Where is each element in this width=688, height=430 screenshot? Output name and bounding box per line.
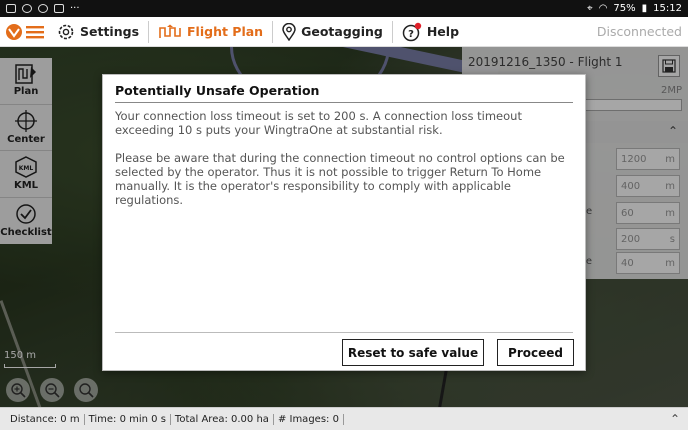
android-status-bar: ··· ⌖ ◠ 75% ▮ 15:12 [0, 0, 688, 17]
battery-percent: 75% [613, 3, 636, 14]
svg-text:?: ? [408, 29, 414, 40]
wifi-icon: ◠ [598, 3, 608, 14]
dialog-title-divider [115, 102, 573, 103]
chevron-up-icon[interactable]: ⌃ [670, 412, 688, 426]
flight-summary-bar: Distance: 0 m Time: 0 min 0 s Total Area… [0, 407, 688, 430]
dialog-warning-text: Your connection loss timeout is set to 2… [115, 109, 522, 137]
status-notification-icons: ··· [6, 3, 80, 14]
hamburger-menu-icon [25, 25, 44, 38]
flight-plan-icon [159, 24, 181, 38]
app-menu-button[interactable] [0, 17, 48, 47]
main-toolbar: Settings Flight Plan Geotagging ? Help D… [0, 17, 688, 47]
tab-flight-plan-label: Flight Plan [187, 24, 264, 39]
wingtra-logo-icon [5, 23, 22, 40]
help-icon: ? [402, 22, 422, 41]
dialog-title: Potentially Unsafe Operation [115, 83, 320, 98]
battery-icon: ▮ [641, 3, 648, 14]
summary-images: # Images: 0 [274, 413, 344, 425]
dialog-body: Your connection loss timeout is set to 2… [115, 109, 577, 221]
clock: 15:12 [653, 3, 682, 14]
overflow-indicator: ··· [70, 3, 80, 14]
gear-icon [58, 24, 74, 39]
dialog-responsibility-text: Please be aware that during the connecti… [115, 151, 565, 207]
tab-geotagging-label: Geotagging [301, 24, 383, 39]
tab-settings[interactable]: Settings [48, 20, 150, 43]
status-system-icons: ⌖ ◠ 75% ▮ 15:12 [587, 3, 682, 14]
unsafe-operation-dialog: Potentially Unsafe Operation Your connec… [102, 74, 586, 371]
location-icon: ⌖ [587, 3, 593, 14]
image-notification-icon [6, 4, 16, 13]
tab-flight-plan[interactable]: Flight Plan [149, 20, 274, 43]
tab-settings-label: Settings [80, 24, 140, 39]
reset-to-safe-value-button[interactable]: Reset to safe value [342, 339, 484, 366]
summary-time: Time: 0 min 0 s [85, 413, 171, 425]
download-notification-icon [54, 4, 64, 13]
map-pin-icon [282, 22, 296, 41]
globe-notification-icon [38, 4, 48, 13]
sync-notification-icon [22, 4, 32, 13]
summary-distance: Distance: 0 m [6, 413, 85, 425]
tab-help[interactable]: ? Help [393, 21, 468, 43]
tab-geotagging[interactable]: Geotagging [273, 20, 393, 43]
tab-help-label: Help [426, 24, 460, 39]
connection-status: Disconnected [596, 24, 682, 39]
summary-area: Total Area: 0.00 ha [171, 413, 274, 425]
dialog-footer-divider [115, 332, 573, 333]
proceed-button[interactable]: Proceed [497, 339, 574, 366]
